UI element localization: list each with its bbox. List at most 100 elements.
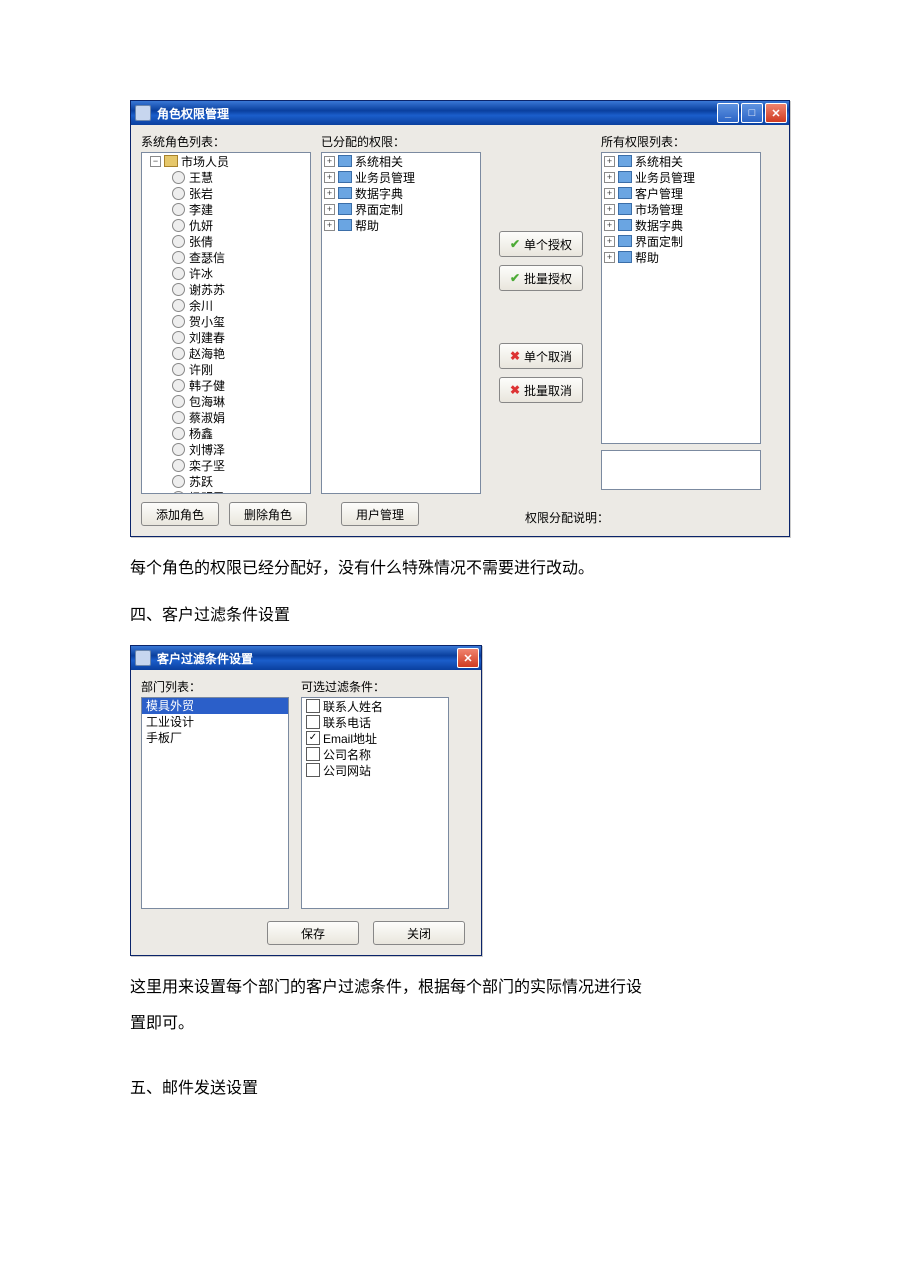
titlebar[interactable]: 角色权限管理 _ □ ✕	[131, 101, 789, 125]
role-user-node[interactable]: 包海琳	[170, 393, 310, 409]
permission-node[interactable]: +业务员管理	[602, 169, 760, 185]
revoke-batch-button[interactable]: ✖ 批量取消	[499, 377, 583, 403]
checkbox[interactable]: ✓	[306, 731, 320, 745]
role-user-label: 李建	[189, 201, 213, 218]
filters-column: 可选过滤条件： 联系人姓名联系电话✓Email地址公司名称公司网站	[301, 678, 449, 909]
role-user-label: 韩子健	[189, 377, 225, 394]
delete-role-button[interactable]: 删除角色	[229, 502, 307, 526]
assigned-label: 已分配的权限：	[321, 133, 481, 150]
role-user-node[interactable]: 张岩	[170, 185, 310, 201]
grant-one-button[interactable]: ✔ 单个授权	[499, 231, 583, 257]
expand-icon[interactable]: +	[324, 220, 335, 231]
role-user-node[interactable]: 蔡淑娟	[170, 409, 310, 425]
permission-node[interactable]: + 数据字典	[602, 217, 760, 233]
permission-node[interactable]: +界面定制	[322, 201, 480, 217]
save-button[interactable]: 保存	[267, 921, 359, 945]
role-user-label: 谢苏苏	[189, 281, 225, 298]
role-user-node[interactable]: 查瑟信	[170, 249, 310, 265]
expand-icon[interactable]: +	[324, 204, 335, 215]
role-user-node[interactable]: 栾子坚	[170, 457, 310, 473]
expand-icon[interactable]: +	[604, 156, 615, 167]
expand-icon[interactable]: +	[324, 172, 335, 183]
role-user-node[interactable]: 杨鑫	[170, 425, 310, 441]
assigned-tree-panel[interactable]: +系统相关+业务员管理+数据字典+界面定制+帮助	[321, 152, 481, 494]
permission-label: 业务员管理	[355, 169, 415, 186]
collapse-icon[interactable]: −	[150, 156, 161, 167]
revoke-batch-label: 批量取消	[524, 382, 572, 399]
dept-item[interactable]: 手板厂	[142, 730, 288, 746]
filter-item[interactable]: ✓Email地址	[302, 730, 448, 746]
checkbox[interactable]	[306, 763, 320, 777]
filters-list-panel[interactable]: 联系人姓名联系电话✓Email地址公司名称公司网站	[301, 697, 449, 909]
user-icon	[172, 491, 185, 495]
permission-node[interactable]: +市场管理	[602, 201, 760, 217]
user-icon	[172, 171, 185, 184]
checkbox[interactable]	[306, 715, 320, 729]
role-user-node[interactable]: 许冰	[170, 265, 310, 281]
role-user-node[interactable]: 仇妍	[170, 217, 310, 233]
close-button[interactable]: 关闭	[373, 921, 465, 945]
permission-label: 数据字典	[635, 217, 683, 234]
role-user-node[interactable]: 赵海艳	[170, 345, 310, 361]
permission-node[interactable]: +帮助	[602, 249, 760, 265]
folder-icon	[618, 251, 632, 263]
permission-label: 系统相关	[635, 153, 683, 170]
role-user-node[interactable]: 刘博泽	[170, 441, 310, 457]
close-button[interactable]: ✕	[765, 103, 787, 123]
permission-node[interactable]: +客户管理	[602, 185, 760, 201]
permission-node[interactable]: +系统相关	[322, 153, 480, 169]
expand-icon[interactable]: +	[324, 188, 335, 199]
user-mgmt-button[interactable]: 用户管理	[341, 502, 419, 526]
role-user-node[interactable]: 贺小玺	[170, 313, 310, 329]
grant-batch-button[interactable]: ✔ 批量授权	[499, 265, 583, 291]
role-user-node[interactable]: 许刚	[170, 361, 310, 377]
add-role-button[interactable]: 添加角色	[141, 502, 219, 526]
checkbox[interactable]	[306, 747, 320, 761]
minimize-button[interactable]: _	[717, 103, 739, 123]
role-user-node[interactable]: 苏跃	[170, 473, 310, 489]
checkbox[interactable]	[306, 699, 320, 713]
expand-icon[interactable]: +	[604, 204, 615, 215]
expand-icon[interactable]: +	[324, 156, 335, 167]
filter-item[interactable]: 联系电话	[302, 714, 448, 730]
dept-item[interactable]: 工业设计	[142, 714, 288, 730]
expand-icon[interactable]: +	[604, 172, 615, 183]
role-user-node[interactable]: 刘建春	[170, 329, 310, 345]
expand-icon[interactable]: +	[604, 188, 615, 199]
cross-icon: ✖	[510, 349, 520, 363]
role-user-node[interactable]: 余川	[170, 297, 310, 313]
close-button[interactable]: ✕	[457, 648, 479, 668]
role-user-node[interactable]: 韩子健	[170, 377, 310, 393]
role-root-node[interactable]: − 市场人员	[148, 153, 310, 169]
revoke-one-button[interactable]: ✖ 单个取消	[499, 343, 583, 369]
role-user-label: 查瑟信	[189, 249, 225, 266]
maximize-button[interactable]: □	[741, 103, 763, 123]
filter-item[interactable]: 公司名称	[302, 746, 448, 762]
role-user-node[interactable]: 杨明勇	[170, 489, 310, 494]
user-icon	[172, 443, 185, 456]
permission-node[interactable]: +帮助	[322, 217, 480, 233]
app-icon	[135, 105, 151, 121]
role-user-node[interactable]: 李建	[170, 201, 310, 217]
filter-item[interactable]: 公司网站	[302, 762, 448, 778]
permission-node[interactable]: +界面定制	[602, 233, 760, 249]
role-user-label: 杨鑫	[189, 425, 213, 442]
role-user-node[interactable]: 王慧	[170, 169, 310, 185]
expand-icon[interactable]: +	[604, 220, 615, 231]
dept-item[interactable]: 模具外贸	[142, 698, 288, 714]
permission-node[interactable]: + 系统相关	[602, 153, 760, 169]
expand-icon[interactable]: +	[604, 252, 615, 263]
titlebar[interactable]: 客户过滤条件设置 ✕	[131, 646, 481, 670]
all-tree-panel[interactable]: +系统相关+业务员管理+客户管理+市场管理+数据字典+界面定制+帮助	[601, 152, 761, 444]
permission-node[interactable]: + 数据字典	[322, 185, 480, 201]
permission-label: 数据字典	[355, 185, 403, 202]
roles-tree-panel[interactable]: − 市场人员 王慧张岩李建仇妍张倩查瑟信许冰谢苏苏余川贺小玺刘建春赵海艳许刚韩子…	[141, 152, 311, 494]
role-user-node[interactable]: 张倩	[170, 233, 310, 249]
role-user-node[interactable]: 谢苏苏	[170, 281, 310, 297]
folder-icon	[618, 219, 632, 231]
permission-node[interactable]: + 业务员管理	[322, 169, 480, 185]
role-permission-window: 角色权限管理 _ □ ✕ 系统角色列表： − 市场人员	[130, 100, 790, 537]
filter-item[interactable]: 联系人姓名	[302, 698, 448, 714]
expand-icon[interactable]: +	[604, 236, 615, 247]
dept-list-panel[interactable]: 模具外贸工业设计手板厂	[141, 697, 289, 909]
